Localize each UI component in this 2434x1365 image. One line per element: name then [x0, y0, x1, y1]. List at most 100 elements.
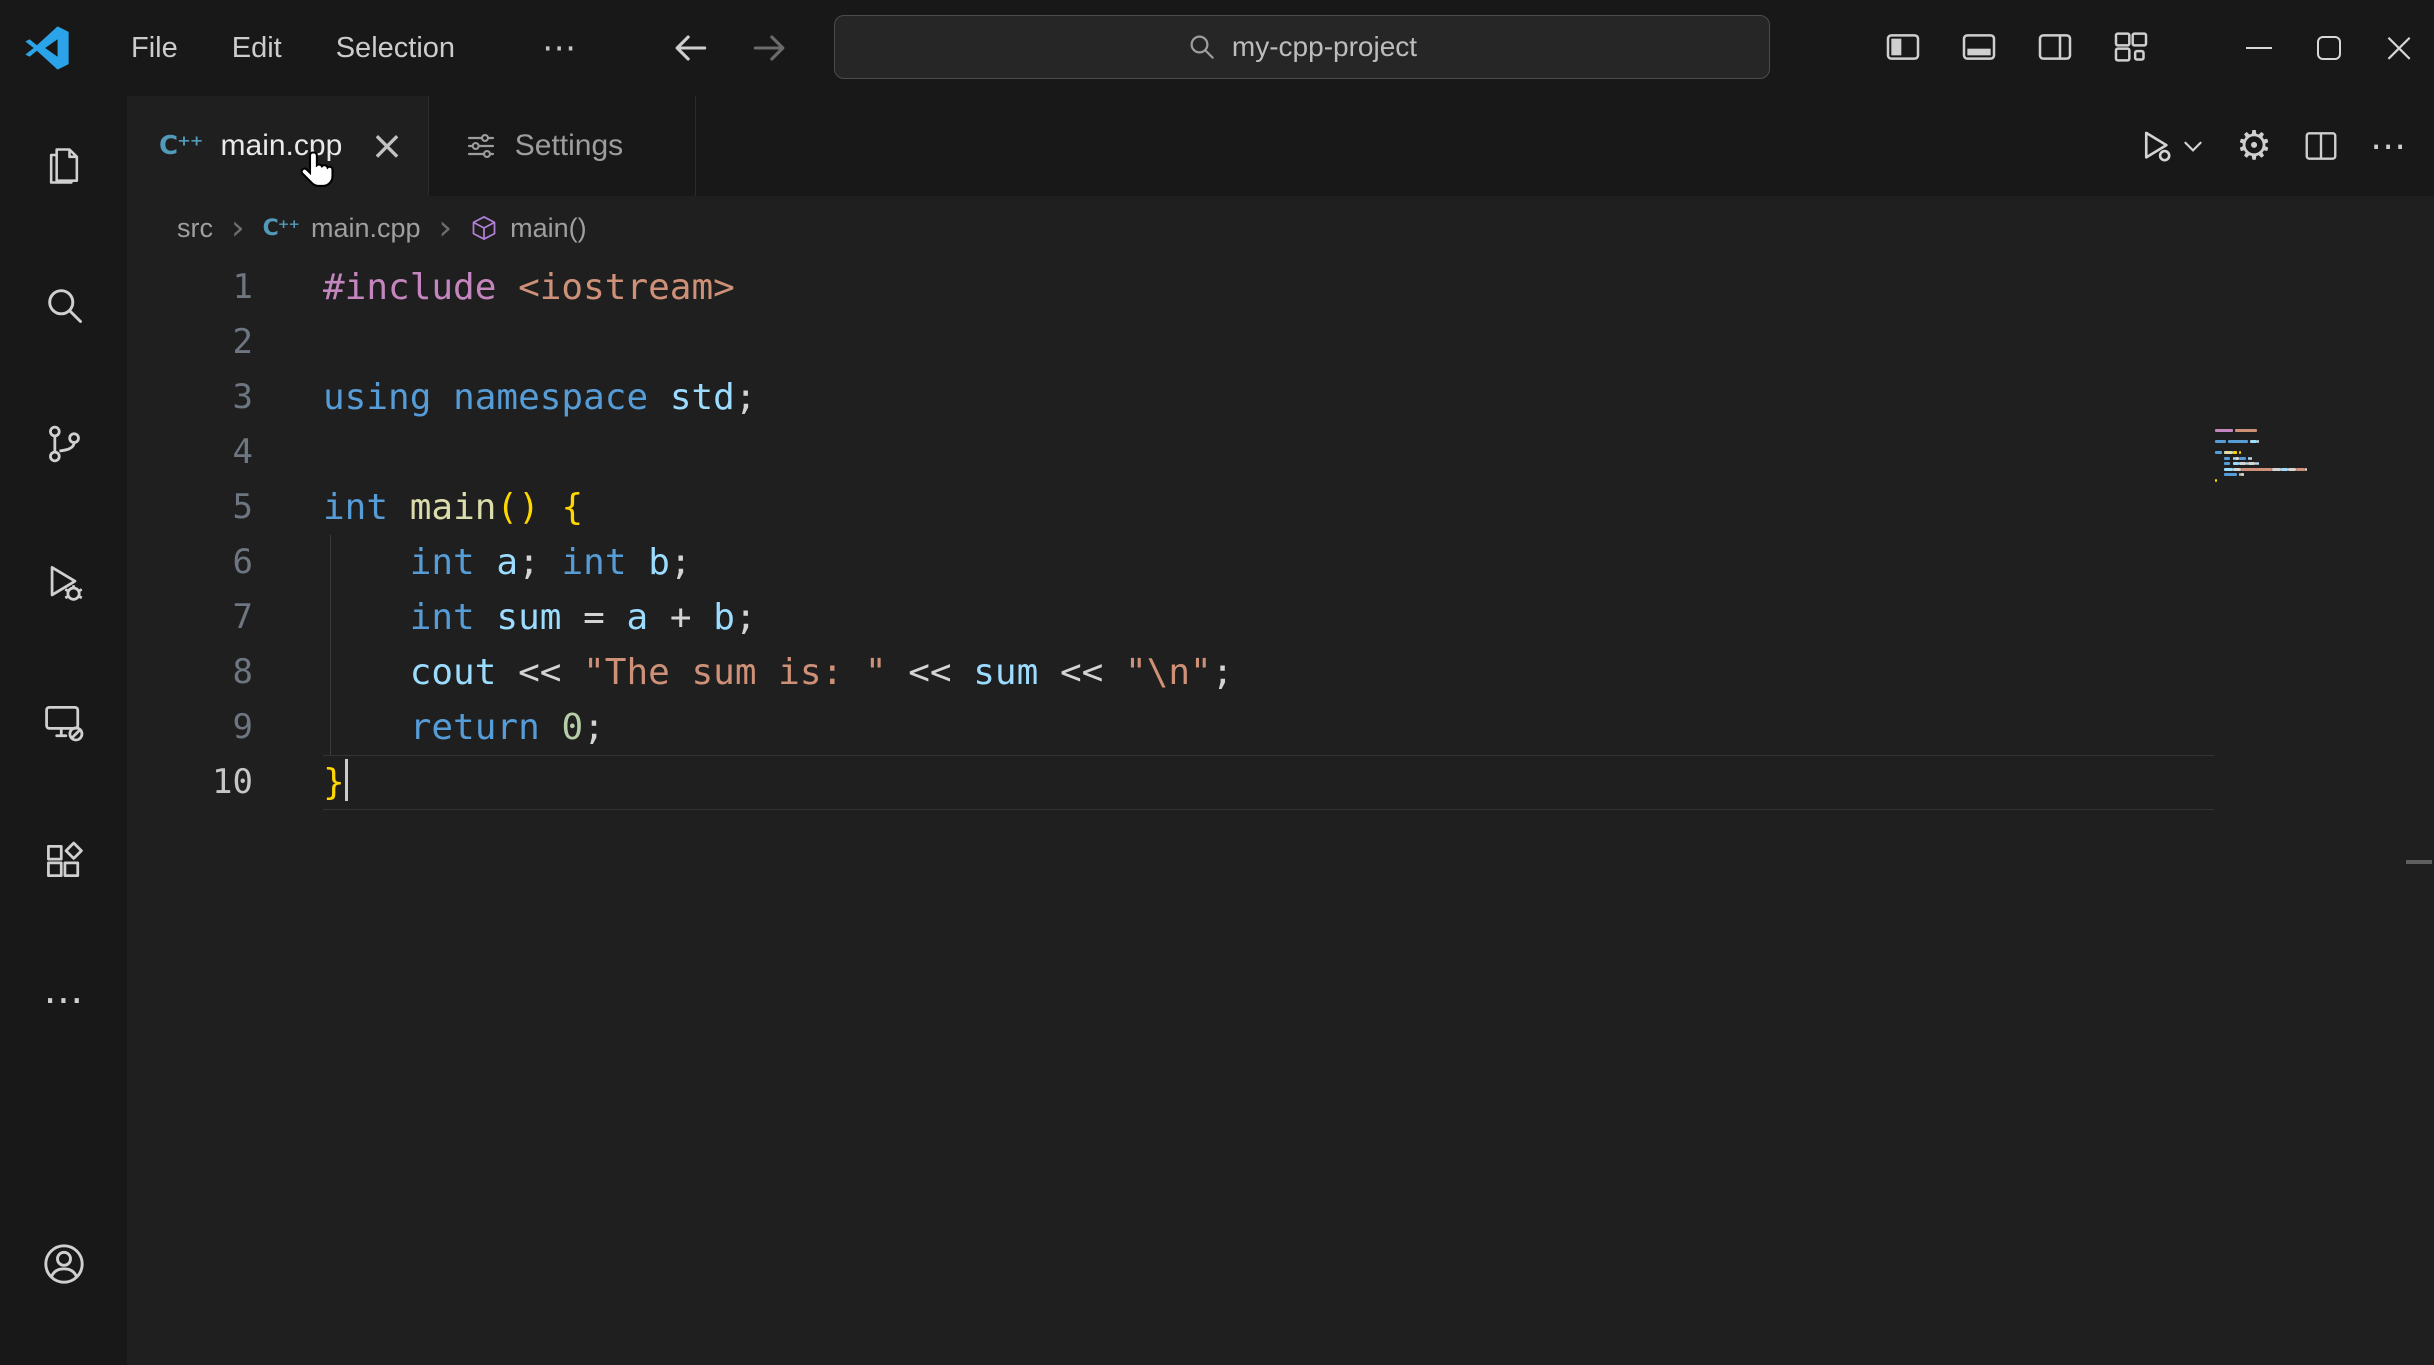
close-icon: × [2380, 22, 2418, 73]
run-icon [2145, 131, 2171, 162]
mouse-pointer-hand [300, 151, 334, 187]
more-dots-icon: ⋯ [43, 976, 84, 1023]
code-line-content: return 0; [323, 700, 2214, 755]
code-line[interactable]: 9 return 0; [127, 700, 2434, 755]
minimize-button[interactable] [2224, 0, 2294, 96]
breadcrumb-main-function[interactable]: main() [470, 213, 587, 244]
layout-grid-icon [2114, 32, 2148, 62]
line-number: 1 [232, 267, 253, 307]
window-controls: × [2224, 0, 2434, 96]
gear-icon: ⚙ [2236, 123, 2272, 169]
title-bar: File Edit Selection ⋯ my-cpp-project × [0, 0, 2434, 96]
code-line-content: } [323, 755, 2214, 810]
sidebar-more-button[interactable]: ⋯ [0, 930, 127, 1069]
code-editor[interactable]: 1 #include <iostream> 2 3 using namespace st… [127, 260, 2434, 864]
code-line[interactable]: 4 [127, 425, 2434, 480]
code-line-content: cout << "The sum is: " << sum << "\n"; [323, 645, 2214, 700]
cpp-file-icon: C⁺⁺ [262, 215, 300, 241]
panel-left-icon [1886, 34, 1920, 60]
maximize-button[interactable] [2294, 0, 2364, 96]
code-line[interactable]: 1 #include <iostream> [127, 260, 2434, 315]
code-lines: 1 #include <iostream> 2 3 using namespace st… [127, 260, 2434, 810]
layout-controls [1874, 18, 2160, 76]
toggle-secondary-sidebar-button[interactable] [2026, 18, 2084, 76]
code-line[interactable]: 7 int sum = a + b; [127, 590, 2434, 645]
text-cursor [344, 759, 348, 801]
settings-sliders-icon [467, 133, 494, 159]
line-number: 6 [232, 542, 253, 582]
back-arrow-icon[interactable] [668, 26, 712, 70]
line-number: 10 [212, 762, 253, 802]
settings-gear-button[interactable]: ⚙ [2236, 123, 2272, 169]
customize-layout-button[interactable] [2102, 18, 2160, 76]
run-debug-icon [50, 565, 82, 601]
split-editor-button[interactable] [2302, 127, 2340, 165]
breadcrumb-label: main.cpp [310, 212, 421, 243]
more-actions-button[interactable]: ⋯ [2370, 126, 2406, 167]
forward-arrow-icon[interactable] [748, 26, 792, 70]
menu-edit[interactable]: Edit [205, 16, 309, 80]
vscode-logo-icon [25, 26, 69, 70]
search-input[interactable]: my-cpp-project [834, 15, 1770, 79]
code-line[interactable]: 3 using namespace std; [127, 370, 2434, 425]
toggle-panel-button[interactable] [1950, 18, 2008, 76]
breadcrumb-label: src [177, 212, 213, 243]
sidebar-item-search[interactable] [0, 235, 127, 374]
tab-bar: C⁺⁺ main.cpp × Settings ⚙ ⋯ [127, 96, 2434, 196]
tab-close-icon[interactable]: × [370, 126, 404, 166]
panel-right-icon [2038, 34, 2072, 60]
more-actions-icon: ⋯ [2370, 125, 2406, 167]
activity-bar: ⋯ [0, 96, 127, 1365]
breadcrumb: src › C⁺⁺ main.cpp › main() [127, 196, 2434, 260]
overview-ruler-mark [2406, 860, 2432, 864]
search-icon [1190, 35, 1214, 59]
code-line[interactable]: 10} [127, 755, 2434, 810]
tab-main-cpp[interactable]: C⁺⁺ main.cpp × [127, 96, 429, 196]
close-button[interactable]: × [2364, 0, 2434, 96]
run-or-debug-button[interactable] [2134, 125, 2206, 167]
minimize-icon [2246, 47, 2272, 49]
chevron-down-icon [2184, 141, 2202, 152]
code-line-content: int sum = a + b; [323, 590, 2214, 645]
code-line-content [323, 315, 2214, 370]
breadcrumb-src[interactable]: src [177, 213, 213, 244]
extensions-icon [46, 841, 83, 877]
sidebar-item-explorer[interactable] [0, 96, 127, 235]
minimap[interactable] [2215, 428, 2420, 483]
editor-actions: ⚙ ⋯ [2134, 96, 2406, 196]
editor-group: C⁺⁺ main.cpp × Settings ⚙ ⋯ src › C⁺⁺ ma… [127, 96, 2434, 1365]
line-number: 4 [232, 432, 253, 472]
cpp-file-icon: C⁺⁺ [159, 131, 204, 161]
menu-overflow-button[interactable]: ⋯ [530, 0, 588, 96]
code-line[interactable]: 8 cout << "The sum is: " << sum << "\n"; [127, 645, 2434, 700]
symbol-method-icon [472, 216, 496, 240]
menu-selection[interactable]: Selection [309, 16, 482, 80]
account-button[interactable] [0, 1194, 127, 1333]
sidebar-item-remote-explorer[interactable] [0, 652, 127, 791]
code-line[interactable]: 6 int a; int b; [127, 535, 2434, 590]
menu-file[interactable]: File [104, 16, 205, 80]
search-sidebar-icon [47, 288, 82, 323]
breadcrumb-separator-icon: › [438, 208, 453, 248]
sidebar-item-source-control[interactable] [0, 374, 127, 513]
tab-settings[interactable]: Settings [428, 96, 697, 196]
panel-bottom-icon [1962, 34, 1996, 60]
explorer-files-icon [49, 147, 78, 184]
sidebar-item-extensions[interactable] [0, 791, 127, 930]
code-line-content [323, 425, 2214, 480]
code-line[interactable]: 2 [127, 315, 2434, 370]
breadcrumb-main-cpp[interactable]: C⁺⁺ main.cpp [263, 213, 421, 244]
split-editor-icon [2305, 132, 2337, 160]
line-number: 8 [232, 652, 253, 692]
code-line-content: int main() { [323, 487, 584, 528]
code-line[interactable]: 5 int main() { [127, 480, 2434, 535]
line-number: 5 [232, 487, 253, 527]
code-line-content: int a; int b; [323, 535, 2214, 590]
remote-explorer-icon [44, 705, 83, 741]
maximize-icon [2317, 36, 2341, 60]
toggle-sidebar-button[interactable] [1874, 18, 1932, 76]
sidebar-item-run-debug[interactable] [0, 513, 127, 652]
tab-label: Settings [514, 129, 624, 162]
line-number: 7 [232, 597, 253, 637]
code-line-content: using namespace std; [323, 377, 757, 418]
